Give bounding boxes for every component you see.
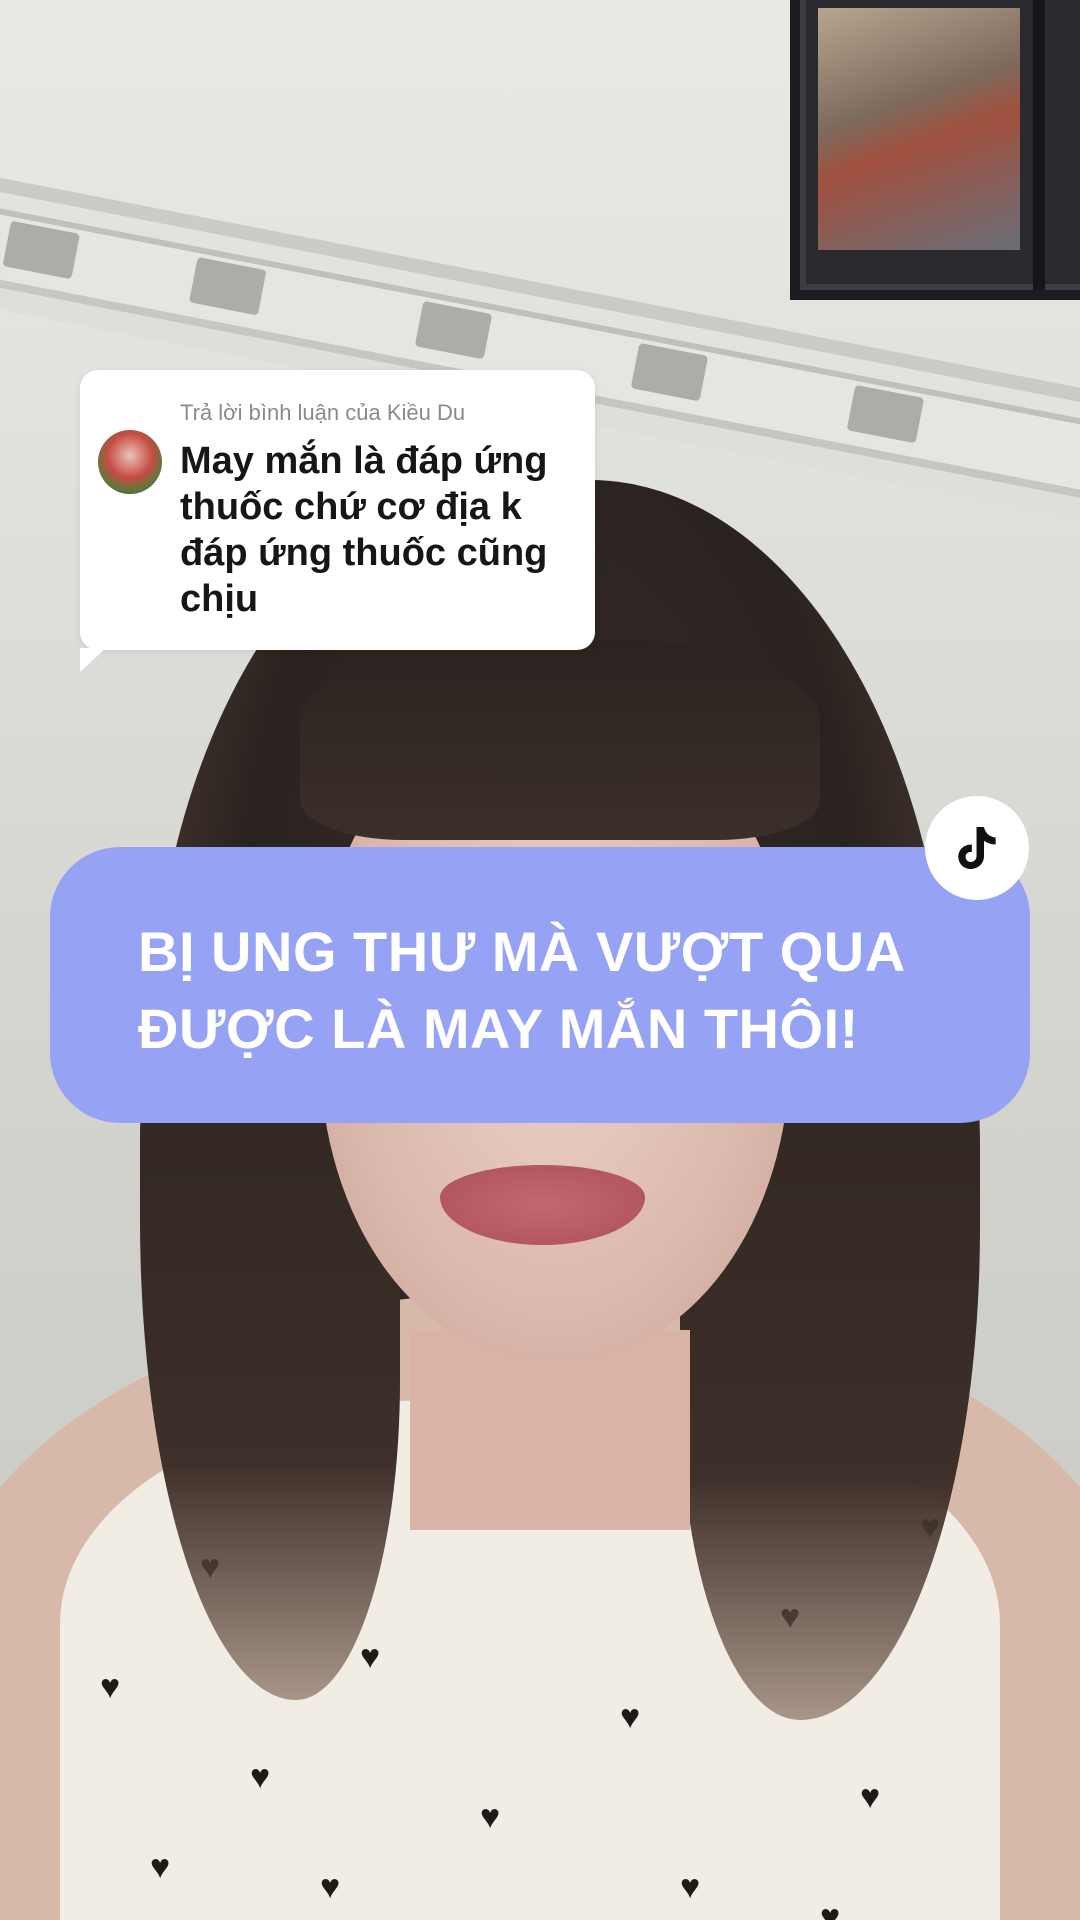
reply-comment-sticker[interactable]: Trả lời bình luận của Kiều Du May mắn là… [80, 370, 595, 672]
video-frame[interactable]: ♥ ♥ ♥ ♥ ♥ ♥ ♥ ♥ ♥ ♥ ♥ ♥ ♥ ♥ Trả lời bình… [0, 0, 1080, 1920]
person-neck [410, 1330, 690, 1530]
caption-line-2: ĐƯỢC LÀ MAY MẮN THÔI! [138, 997, 859, 1060]
caption-text: BỊ UNG THƯ MÀ VƯỢT QUA ĐƯỢC LÀ MAY MẮN T… [138, 913, 998, 1067]
wall-picture-frame [790, 0, 1080, 300]
person-bangs [300, 640, 820, 840]
user-avatar-icon [98, 430, 162, 494]
tiktok-note-icon [958, 827, 996, 869]
caption-line-1: BỊ UNG THƯ MÀ VƯỢT QUA [138, 920, 906, 983]
tiktok-logo-icon[interactable] [925, 796, 1029, 900]
reply-comment-text: May mắn là đáp ứng thuốc chứ cơ địa k đá… [180, 440, 548, 620]
caption-banner: BỊ UNG THƯ MÀ VƯỢT QUA ĐƯỢC LÀ MAY MẮN T… [50, 847, 1030, 1123]
reply-header: Trả lời bình luận của Kiều Du [180, 400, 466, 425]
